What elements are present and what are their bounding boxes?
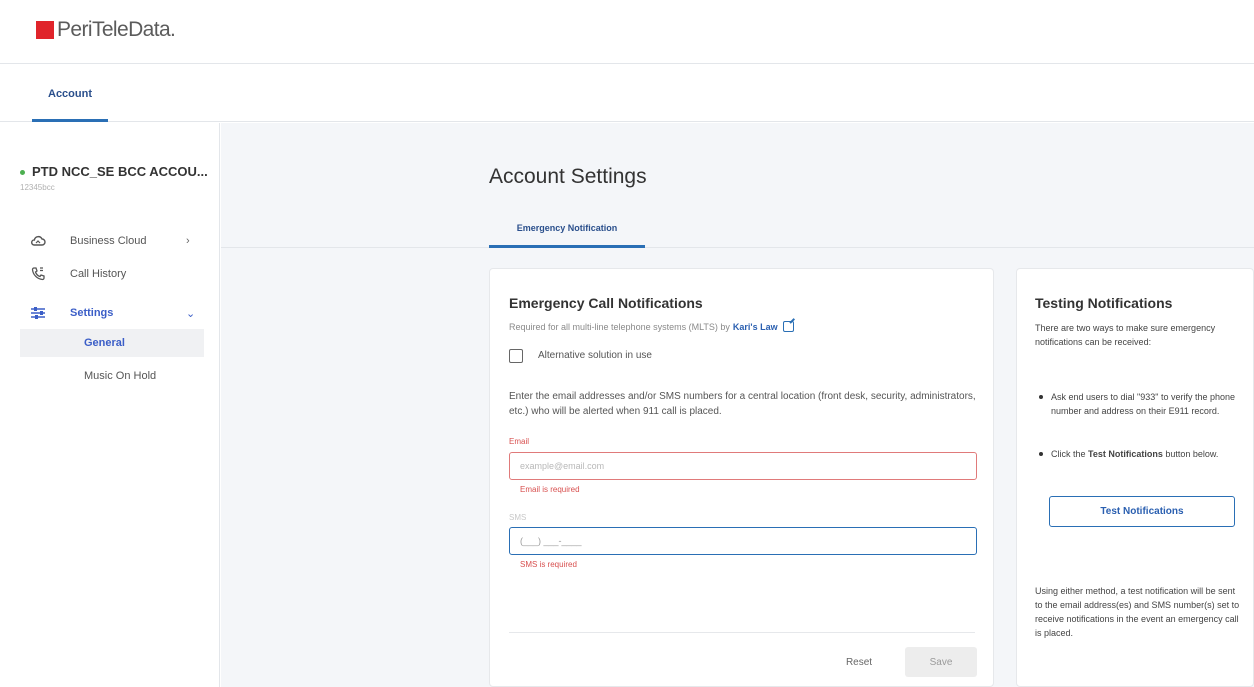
card-title: Emergency Call Notifications bbox=[509, 295, 703, 311]
account-name[interactable]: PTD NCC_SE BCC ACCOU... bbox=[32, 164, 208, 179]
chevron-down-icon: ⌄ bbox=[186, 307, 196, 320]
email-field-placeholder: example@email.com bbox=[520, 461, 605, 471]
sidebar-subitem-music-on-hold[interactable]: Music On Hold bbox=[20, 362, 204, 390]
sidebar-subitem-label: Music On Hold bbox=[84, 370, 157, 382]
sidebar-item-business-cloud[interactable]: Business Cloud › bbox=[0, 225, 220, 257]
emergency-notifications-card: Emergency Call Notifications Required fo… bbox=[489, 268, 994, 687]
sms-field-label: SMS bbox=[509, 513, 527, 522]
karis-law-link[interactable]: Kari's Law bbox=[733, 322, 778, 332]
settings-sliders-icon bbox=[30, 305, 46, 321]
sidebar-subitem-general[interactable]: General bbox=[20, 329, 204, 357]
tab-account[interactable]: Account bbox=[32, 88, 108, 100]
email-field-label: Email bbox=[509, 437, 530, 446]
sms-error-message: SMS is required bbox=[520, 560, 577, 569]
testing-title: Testing Notifications bbox=[1035, 295, 1173, 311]
notification-description: Enter the email addresses and/or SMS num… bbox=[509, 391, 976, 417]
tab-emergency-notification[interactable]: Emergency Notification bbox=[489, 223, 645, 233]
email-field[interactable]: example@email.com bbox=[509, 452, 977, 480]
email-error-message: Email is required bbox=[520, 485, 580, 494]
chevron-right-icon: › bbox=[186, 235, 190, 247]
account-number: 12345bcc bbox=[20, 183, 55, 192]
account-status-dot bbox=[20, 170, 25, 175]
primary-tab-row: Account bbox=[0, 64, 1254, 122]
testing-notifications-card: Testing Notifications There are two ways… bbox=[1016, 268, 1254, 687]
alternative-solution-checkbox[interactable] bbox=[509, 349, 523, 363]
subtab-active-indicator bbox=[489, 245, 645, 248]
sidebar-item-label: Call History bbox=[70, 268, 127, 280]
save-button[interactable]: Save bbox=[905, 647, 977, 677]
sidebar-subitem-label: General bbox=[84, 337, 125, 349]
logo-mark-icon bbox=[36, 21, 54, 39]
testing-intro: There are two ways to make sure emergenc… bbox=[1035, 323, 1216, 347]
sidebar-item-label: Business Cloud bbox=[70, 235, 147, 247]
cloud-icon bbox=[30, 233, 46, 249]
logo-text: PeriTeleData. bbox=[57, 18, 176, 41]
sidebar-item-label: Settings bbox=[70, 307, 114, 319]
bullet-text-pre: Click the bbox=[1051, 449, 1089, 459]
reset-button[interactable]: Reset bbox=[830, 647, 888, 677]
testing-footer-text: Using either method, a test notification… bbox=[1035, 586, 1240, 638]
sms-field[interactable]: (___) ___-____ bbox=[509, 527, 977, 555]
sidebar: PTD NCC_SE BCC ACCOU... 12345bcc Busines… bbox=[0, 123, 220, 687]
card-subtitle: Required for all multi-line telephone sy… bbox=[509, 321, 794, 332]
tab-active-indicator bbox=[32, 119, 108, 122]
sidebar-item-call-history[interactable]: Call History bbox=[0, 258, 220, 290]
testing-bullet-text: Ask end users to dial "933" to verify th… bbox=[1051, 392, 1235, 416]
bullet-text-post: button below. bbox=[1162, 449, 1219, 459]
card-footer-divider bbox=[509, 632, 975, 633]
alternative-solution-label: Alternative solution in use bbox=[538, 350, 652, 361]
main-header: Account Settings Emergency Notification bbox=[221, 123, 1254, 248]
phone-history-icon bbox=[30, 266, 46, 282]
test-notifications-button[interactable]: Test Notifications bbox=[1049, 496, 1235, 527]
card-subtitle-text: Required for all multi-line telephone sy… bbox=[509, 321, 730, 332]
external-link-icon[interactable] bbox=[782, 321, 794, 332]
sms-field-value: (___) ___-____ bbox=[520, 536, 582, 546]
testing-bullet-text: Click the Test Notifications button belo… bbox=[1051, 447, 1240, 461]
bullet-text-bold: Test Notifications bbox=[1088, 449, 1163, 459]
page-title: Account Settings bbox=[489, 165, 647, 188]
bullet-dot-icon bbox=[1039, 452, 1043, 456]
brand-logo[interactable]: PeriTeleData. bbox=[36, 18, 176, 42]
sidebar-item-settings[interactable]: Settings ⌄ bbox=[0, 297, 220, 329]
bullet-dot-icon bbox=[1039, 395, 1043, 399]
top-bar: PeriTeleData. bbox=[0, 0, 1254, 64]
